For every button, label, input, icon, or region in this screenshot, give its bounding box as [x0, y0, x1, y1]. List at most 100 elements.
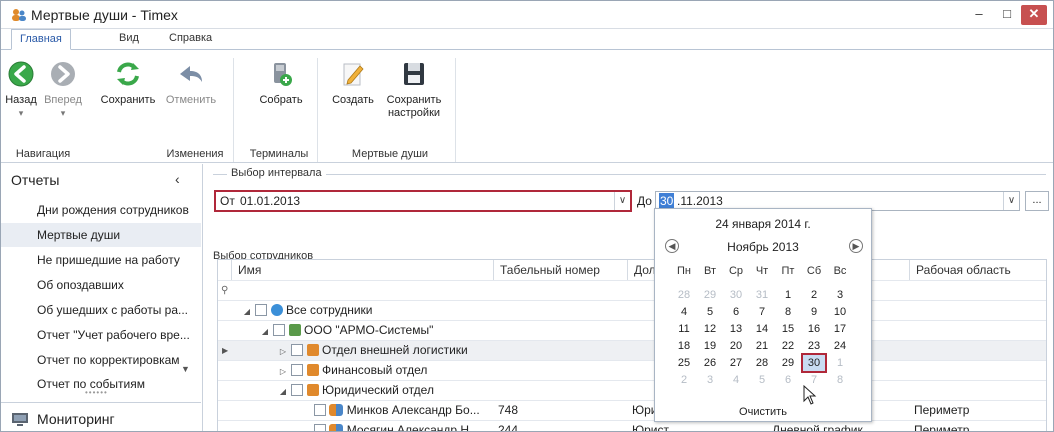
calendar-day[interactable]: 22 [777, 338, 799, 354]
filter-icon[interactable]: ⚲ [221, 281, 228, 301]
calendar-day[interactable]: 6 [777, 372, 799, 388]
tab-main[interactable]: Главная [11, 29, 71, 50]
calendar-day[interactable]: 20 [725, 338, 747, 354]
table-row[interactable]: ◢ Все сотрудники [218, 300, 1046, 320]
calendar-day[interactable]: 14 [751, 321, 773, 337]
filter-row[interactable]: ⚲ [218, 280, 1046, 300]
maximize-button[interactable]: □ [994, 5, 1020, 25]
calendar-day[interactable]: 30 [725, 287, 747, 303]
calendar-day[interactable]: 24 [829, 338, 851, 354]
collapse-icon[interactable]: ◢ [242, 302, 252, 321]
calendar-day[interactable]: 29 [777, 355, 799, 371]
calendar-day[interactable]: 28 [673, 287, 695, 303]
expand-icon[interactable]: ▷ [278, 362, 288, 381]
save-button[interactable]: Сохранить [95, 54, 161, 107]
calendar-day[interactable]: 10 [829, 304, 851, 320]
scroll-down-icon[interactable]: ▼ [181, 364, 190, 374]
calendar-today[interactable]: 24 января 2014 г. [655, 217, 871, 231]
sidebar-item-absent[interactable]: Не пришедшие на работу [1, 248, 201, 272]
create-button[interactable]: Создать [325, 54, 381, 107]
table-row[interactable]: ▶ ▷ Отдел внешней логистики [218, 340, 1046, 360]
splitter-grip-icon[interactable]: •••••• [85, 388, 108, 397]
calendar-day[interactable]: 3 [699, 372, 721, 388]
calendar-clear-button[interactable]: Очистить [655, 406, 871, 418]
calendar-day[interactable]: 25 [673, 355, 695, 371]
row-checkbox[interactable] [291, 344, 304, 356]
table-row[interactable]: ▷ Финансовый отдел [218, 360, 1046, 380]
collapse-icon[interactable]: ◢ [260, 322, 270, 341]
from-date-value[interactable]: 01.01.2013 [240, 192, 300, 210]
row-checkbox[interactable] [314, 424, 326, 431]
calendar-day[interactable]: 17 [829, 321, 851, 337]
calendar-day[interactable]: 1 [829, 355, 851, 371]
calendar-day[interactable]: 2 [803, 287, 825, 303]
expand-icon[interactable]: ▷ [278, 342, 288, 361]
row-checkbox[interactable] [273, 324, 286, 336]
calendar-day-selected[interactable]: 30 [801, 353, 827, 373]
calendar-day[interactable]: 15 [777, 321, 799, 337]
calendar-day[interactable]: 26 [699, 355, 721, 371]
save-settings-button[interactable]: Сохранить настройки [381, 54, 447, 120]
forward-dropdown-icon[interactable]: ▾ [41, 107, 85, 120]
row-checkbox[interactable] [291, 384, 304, 396]
calendar-day[interactable]: 11 [673, 321, 695, 337]
calendar-day[interactable]: 12 [699, 321, 721, 337]
calendar-day[interactable]: 27 [725, 355, 747, 371]
calendar-day[interactable]: 4 [725, 372, 747, 388]
calendar-day[interactable]: 2 [673, 372, 695, 388]
tab-help[interactable]: Справка [161, 29, 220, 50]
table-row[interactable]: Минков Александр Бо... 748 Юрис Периметр [218, 400, 1046, 420]
table-row[interactable]: Мосягин Александр Н... 244 Юрист Дневной… [218, 420, 1046, 431]
calendar-day[interactable]: 31 [751, 287, 773, 303]
more-button[interactable]: ... [1025, 191, 1049, 211]
sidebar-item-birthdays[interactable]: Дни рождения сотрудников [1, 198, 201, 222]
calendar-day[interactable]: 8 [829, 372, 851, 388]
back-dropdown-icon[interactable]: ▾ [3, 107, 39, 120]
col-header-work-area[interactable]: Рабочая область [910, 260, 1046, 280]
calendar-month[interactable]: Ноябрь 2013 [655, 240, 871, 254]
calendar-day[interactable]: 18 [673, 338, 695, 354]
calendar-day[interactable]: 3 [829, 287, 851, 303]
row-checkbox[interactable] [255, 304, 268, 316]
collapse-icon[interactable]: ◢ [278, 382, 288, 401]
sidebar-item-late[interactable]: Об опоздавших [1, 273, 201, 297]
calendar-day[interactable]: 6 [725, 304, 747, 320]
back-button[interactable]: Назад ▾ [3, 54, 39, 120]
col-header-tab-number[interactable]: Табельный номер [494, 260, 628, 280]
cancel-button[interactable]: Отменить [161, 54, 221, 107]
next-month-icon[interactable]: ▶ [849, 239, 863, 253]
sidebar-item-corrections[interactable]: Отчет по корректировкам [1, 348, 201, 372]
calendar-day[interactable]: 19 [699, 338, 721, 354]
calendar-day[interactable]: 1 [777, 287, 799, 303]
sidebar-item-left-early[interactable]: Об ушедших с работы ра... [1, 298, 201, 322]
minimize-button[interactable]: – [966, 5, 992, 25]
forward-button[interactable]: Вперед ▾ [41, 54, 85, 120]
calendar-day[interactable]: 23 [803, 338, 825, 354]
col-header-name[interactable]: Имя [232, 260, 494, 280]
calendar-day[interactable]: 21 [751, 338, 773, 354]
calendar-day[interactable]: 7 [751, 304, 773, 320]
sidebar-item-dead-souls[interactable]: Мертвые души [1, 223, 201, 247]
table-row[interactable]: ◢ ООО "АРМО-Системы" [218, 320, 1046, 340]
tab-view[interactable]: Вид [111, 29, 147, 50]
calendar-day[interactable]: 13 [725, 321, 747, 337]
collect-button[interactable]: Собрать [249, 54, 313, 107]
to-date-dropdown-icon[interactable]: ∨ [1003, 192, 1019, 210]
table-row[interactable]: ◢ Юридический отдел [218, 380, 1046, 400]
calendar-day[interactable]: 28 [751, 355, 773, 371]
calendar-day[interactable]: 5 [751, 372, 773, 388]
calendar-day[interactable]: 4 [673, 304, 695, 320]
to-date-day-selected[interactable]: 30 [659, 193, 675, 209]
calendar-day[interactable]: 5 [699, 304, 721, 320]
from-date-field[interactable]: От 01.01.2013 ∨ [215, 191, 631, 211]
from-date-dropdown-icon[interactable]: ∨ [614, 192, 630, 210]
calendar-day[interactable]: 8 [777, 304, 799, 320]
row-checkbox[interactable] [314, 404, 326, 416]
sidebar-section-monitoring[interactable]: Мониторинг [1, 402, 201, 431]
calendar-day[interactable]: 16 [803, 321, 825, 337]
collapse-sidebar-icon[interactable]: ‹ [175, 171, 180, 187]
calendar-day[interactable]: 29 [699, 287, 721, 303]
sidebar-item-time-tracking[interactable]: Отчет "Учет рабочего вре... [1, 323, 201, 347]
calendar-day[interactable]: 9 [803, 304, 825, 320]
close-button[interactable]: ✕ [1021, 5, 1047, 25]
